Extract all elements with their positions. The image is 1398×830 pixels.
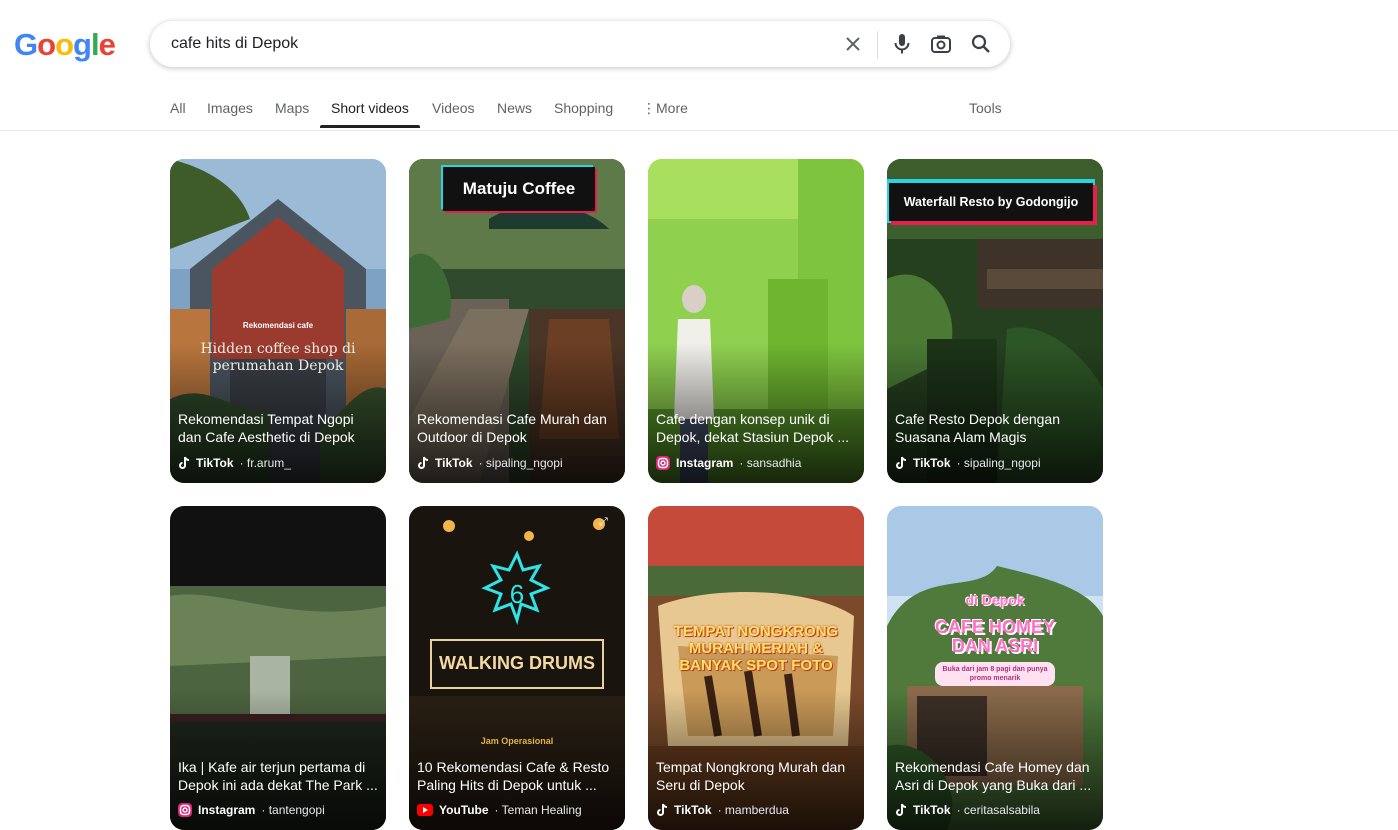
video-source: TikTok · fr.arum_ bbox=[178, 456, 291, 470]
instagram-icon bbox=[178, 803, 192, 817]
channel-name: · tantengopi bbox=[261, 803, 325, 817]
thumbnail-badge: Matuju Coffee bbox=[443, 167, 595, 211]
expand-icon[interactable]: ⤢ bbox=[599, 516, 608, 529]
platform-name: TikTok bbox=[913, 456, 951, 470]
video-title[interactable]: 10 Rekomendasi Cafe & Resto Paling Hits … bbox=[417, 758, 617, 794]
tab-shopping[interactable]: Shopping bbox=[554, 100, 613, 116]
tab-news[interactable]: News bbox=[497, 100, 532, 116]
tiktok-icon bbox=[657, 803, 668, 816]
video-source: TikTok · mamberdua bbox=[656, 803, 789, 817]
search-box[interactable]: cafe hits di Depok bbox=[150, 21, 1010, 67]
search-icon[interactable] bbox=[969, 32, 993, 56]
channel-name: · fr.arum_ bbox=[239, 456, 291, 470]
camera-search-icon[interactable] bbox=[929, 32, 953, 56]
sign-text: WALKING DRUMS bbox=[439, 653, 595, 673]
active-tab-indicator bbox=[320, 125, 420, 128]
video-result-card[interactable]: TEMPAT NONGKRONG MURAH MERIAH & BANYAK S… bbox=[648, 506, 864, 830]
search-divider bbox=[877, 31, 878, 59]
google-logo[interactable]: Google bbox=[14, 27, 116, 62]
thumbnail-caption: Hidden coffee shop di perumahan Depok bbox=[200, 341, 356, 374]
thumbnail-caption: Rekomendasi cafe bbox=[242, 321, 314, 330]
video-result-card[interactable]: Matuju Coffee Rekomendasi Cafe Murah dan… bbox=[409, 159, 625, 483]
video-result-card[interactable]: Rekomendasi cafe Hidden coffee shop di p… bbox=[170, 159, 386, 483]
channel-name: · sansadhia bbox=[739, 456, 802, 470]
video-result-card[interactable]: Ika | Kafe air terjun pertama di Depok i… bbox=[170, 506, 386, 830]
thumbnail-caption: CAFE HOMEY DAN ASRI bbox=[934, 617, 1055, 656]
tiktok-icon bbox=[896, 456, 907, 469]
video-title[interactable]: Rekomendasi Tempat Ngopi dan Cafe Aesthe… bbox=[178, 410, 378, 446]
video-result-card[interactable]: Waterfall Resto by Godongijo Cafe Resto … bbox=[887, 159, 1103, 483]
logo-letter: g bbox=[73, 27, 92, 62]
tab-videos[interactable]: Videos bbox=[432, 100, 475, 116]
video-source: YouTube · Teman Healing bbox=[417, 803, 582, 817]
tiktok-icon bbox=[418, 456, 429, 469]
logo-letter: G bbox=[14, 27, 38, 62]
thumbnail-caption: Buka dari jam 8 pagi dan punya promo men… bbox=[935, 662, 1055, 686]
tools-button[interactable]: Tools bbox=[969, 100, 1002, 116]
clear-icon[interactable] bbox=[841, 32, 865, 56]
search-tabs: All Images Maps Short videos Videos News… bbox=[0, 88, 1398, 131]
tab-short-videos[interactable]: Short videos bbox=[331, 100, 409, 116]
logo-letter: o bbox=[37, 27, 56, 62]
video-title[interactable]: Rekomendasi Cafe Homey dan Asri di Depok… bbox=[895, 758, 1095, 794]
video-title[interactable]: Rekomendasi Cafe Murah dan Outdoor di De… bbox=[417, 410, 617, 446]
video-result-card[interactable]: ⤢ 6 WALKING DRUMS Jam Operasional 10 Rek… bbox=[409, 506, 625, 830]
video-source: Instagram · sansadhia bbox=[656, 456, 801, 470]
thumbnail-caption: di Depok bbox=[965, 592, 1025, 608]
platform-name: TikTok bbox=[913, 803, 951, 817]
tab-all[interactable]: All bbox=[170, 100, 186, 116]
platform-name: Instagram bbox=[676, 456, 734, 470]
video-title[interactable]: Cafe Resto Depok dengan Suasana Alam Mag… bbox=[895, 410, 1095, 446]
logo-letter: e bbox=[98, 27, 116, 62]
platform-name: Instagram bbox=[198, 803, 256, 817]
channel-name: · Teman Healing bbox=[494, 803, 582, 817]
thumbnail-caption: Jam Operasional bbox=[480, 736, 554, 746]
video-title[interactable]: Tempat Nongkrong Murah dan Seru di Depok bbox=[656, 758, 856, 794]
tab-more[interactable]: More bbox=[656, 100, 688, 116]
youtube-icon bbox=[417, 804, 433, 816]
channel-name: · sipaling_ngopi bbox=[478, 456, 563, 470]
thumbnail-caption: TEMPAT NONGKRONG MURAH MERIAH & BANYAK S… bbox=[673, 623, 839, 674]
logo-letter: o bbox=[55, 27, 74, 62]
tab-images[interactable]: Images bbox=[207, 100, 253, 116]
channel-name: · ceritasalsabila bbox=[956, 803, 1040, 817]
tiktok-icon bbox=[896, 803, 907, 816]
tiktok-icon bbox=[179, 456, 190, 469]
channel-name: · mamberdua bbox=[717, 803, 789, 817]
channel-name: · sipaling_ngopi bbox=[956, 456, 1041, 470]
video-title[interactable]: Cafe dengan konsep unik di Depok, dekat … bbox=[656, 410, 856, 446]
microphone-icon[interactable] bbox=[890, 32, 914, 56]
instagram-icon bbox=[656, 456, 670, 470]
platform-name: TikTok bbox=[196, 456, 234, 470]
video-source: TikTok · sipaling_ngopi bbox=[895, 456, 1041, 470]
video-result-card[interactable]: di Depok CAFE HOMEY DAN ASRI Buka dari j… bbox=[887, 506, 1103, 830]
tab-maps[interactable]: Maps bbox=[275, 100, 309, 116]
sign-number: 6 bbox=[509, 579, 525, 609]
platform-name: YouTube bbox=[439, 803, 489, 817]
video-source: TikTok · sipaling_ngopi bbox=[417, 456, 563, 470]
video-source: TikTok · ceritasalsabila bbox=[895, 803, 1040, 817]
video-source: Instagram · tantengopi bbox=[178, 803, 325, 817]
platform-name: TikTok bbox=[674, 803, 712, 817]
thumbnail-badge: Waterfall Resto by Godongijo bbox=[889, 183, 1093, 221]
more-icon[interactable]: ⋮ bbox=[642, 100, 656, 117]
logo-letter: l bbox=[90, 27, 100, 62]
video-result-card[interactable]: Cafe dengan konsep unik di Depok, dekat … bbox=[648, 159, 864, 483]
platform-name: TikTok bbox=[435, 456, 473, 470]
video-title[interactable]: Ika | Kafe air terjun pertama di Depok i… bbox=[178, 758, 378, 794]
search-input[interactable]: cafe hits di Depok bbox=[171, 35, 298, 53]
